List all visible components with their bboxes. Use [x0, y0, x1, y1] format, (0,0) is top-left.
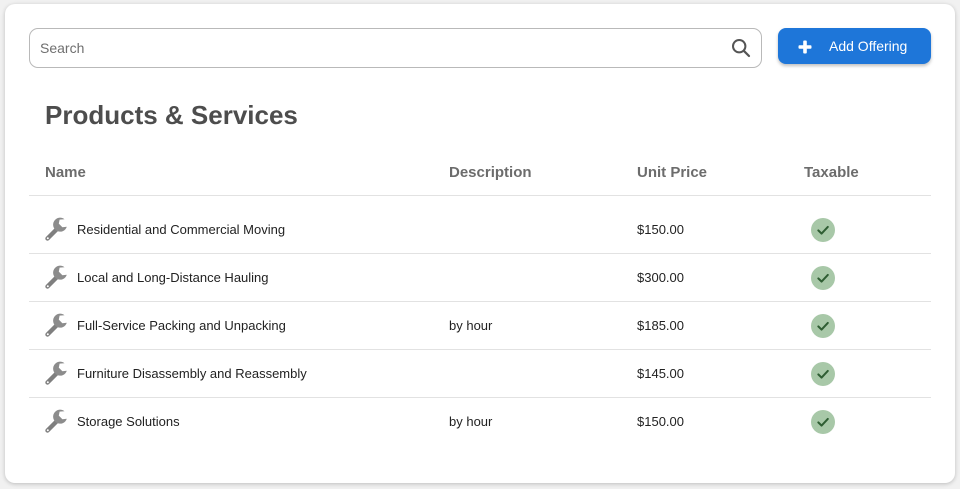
table-row[interactable]: Full-Service Packing and Unpacking by ho… [29, 302, 931, 350]
wrench-icon [43, 313, 69, 339]
offering-description: by hour [449, 414, 493, 429]
column-header-name[interactable]: Name [45, 164, 86, 181]
offering-unit-price: $150.00 [637, 222, 684, 237]
offering-unit-price: $145.00 [637, 366, 684, 381]
column-header-description[interactable]: Description [449, 164, 532, 181]
search-box[interactable] [29, 28, 762, 68]
offering-name: Storage Solutions [77, 414, 180, 429]
offering-unit-price: $150.00 [637, 414, 684, 429]
table-header: Name Description Unit Price Taxable [29, 152, 931, 196]
table-body: Residential and Commercial Moving $150.0… [29, 196, 931, 446]
offering-name: Local and Long-Distance Hauling [77, 270, 269, 285]
add-offering-button[interactable]: Add Offering [778, 28, 931, 64]
offering-description: by hour [449, 318, 493, 333]
offering-name: Full-Service Packing and Unpacking [77, 318, 286, 333]
offering-name: Residential and Commercial Moving [77, 222, 286, 237]
wrench-icon [43, 361, 69, 387]
add-offering-label: Add Offering [829, 38, 908, 54]
wrench-icon [43, 409, 69, 435]
column-header-taxable[interactable]: Taxable [804, 164, 859, 181]
check-circle-icon [811, 410, 835, 434]
offering-unit-price: $300.00 [637, 270, 684, 285]
page-title: Products & Services [45, 100, 298, 130]
column-header-unit-price[interactable]: Unit Price [637, 164, 707, 181]
search-icon[interactable] [731, 38, 751, 58]
offering-name: Furniture Disassembly and Reassembly [77, 366, 307, 381]
table-row[interactable]: Storage Solutions by hour $150.00 [29, 398, 931, 446]
wrench-icon [43, 217, 69, 243]
table-row[interactable]: Local and Long-Distance Hauling $300.00 [29, 254, 931, 302]
check-circle-icon [811, 218, 835, 242]
wrench-icon [43, 265, 69, 291]
table-row[interactable]: Residential and Commercial Moving $150.0… [29, 196, 931, 254]
check-circle-icon [811, 362, 835, 386]
check-circle-icon [811, 314, 835, 338]
offerings-table: Name Description Unit Price Taxable Resi… [29, 152, 931, 446]
plus-icon [798, 40, 812, 54]
search-input[interactable] [40, 29, 720, 67]
offering-unit-price: $185.00 [637, 318, 684, 333]
products-services-card: Add Offering Products & Services Name De… [5, 4, 955, 483]
table-row[interactable]: Furniture Disassembly and Reassembly $14… [29, 350, 931, 398]
check-circle-icon [811, 266, 835, 290]
